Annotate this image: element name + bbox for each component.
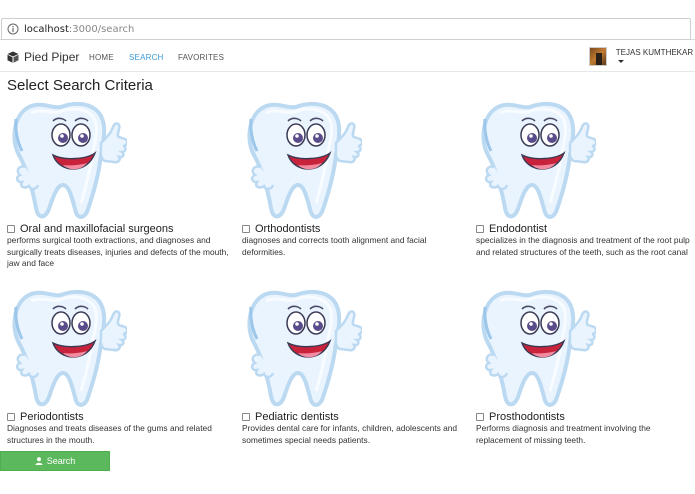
specialty-name: Endodontist <box>489 223 548 235</box>
top-navbar: Pied Piper HOME SEARCH FAVORITES TEJAS K… <box>0 41 695 72</box>
page-title: Select Search Criteria <box>7 77 153 94</box>
specialty-option[interactable]: Prosthodontists <box>476 411 565 423</box>
specialty-option[interactable]: Oral and maxillofacial surgeons <box>7 223 173 235</box>
smiling-tooth-icon <box>476 287 596 409</box>
nav-home[interactable]: HOME <box>89 53 114 62</box>
specialty-description: specializes in the diagnosis and treatme… <box>476 235 690 257</box>
user-name: TEJAS KUMTHEKAR <box>616 48 695 66</box>
smiling-tooth-icon <box>7 99 127 221</box>
specialty-name: Pediatric dentists <box>255 411 339 423</box>
avatar <box>589 47 607 66</box>
specialty-name: Orthodontists <box>255 223 321 235</box>
url-host: localhost <box>24 23 69 35</box>
url-path: :3000/search <box>68 23 135 35</box>
smiling-tooth-icon <box>7 287 127 409</box>
specialty-name: Periodontists <box>20 411 84 423</box>
specialty-name: Prosthodontists <box>489 411 565 423</box>
specialty-description: diagnoses and corrects tooth alignment a… <box>242 235 427 257</box>
specialty-option[interactable]: Orthodontists <box>242 223 320 235</box>
cube-icon <box>7 51 19 63</box>
brand-name: Pied Piper <box>24 50 80 64</box>
specialty-description: Performs diagnosis and treatment involvi… <box>476 423 651 445</box>
caret-down-icon <box>617 59 624 63</box>
brand[interactable]: Pied Piper <box>7 50 79 64</box>
user-icon <box>35 457 43 465</box>
nav-favorites[interactable]: FAVORITES <box>178 53 224 62</box>
search-button-label: Search <box>46 456 76 466</box>
info-icon[interactable] <box>7 23 19 35</box>
specialty-option[interactable]: Pediatric dentists <box>242 411 339 423</box>
specialty-option[interactable]: Endodontist <box>476 223 547 235</box>
browser-url-bar: localhost:3000/search <box>0 0 695 40</box>
address-field[interactable]: localhost:3000/search <box>1 18 691 40</box>
specialty-checkbox[interactable] <box>242 413 250 421</box>
user-name-text: TEJAS KUMTHEKAR <box>615 47 694 57</box>
specialty-name: Oral and maxillofacial surgeons <box>20 223 174 235</box>
smiling-tooth-icon <box>476 99 596 221</box>
specialty-checkbox[interactable] <box>7 413 15 421</box>
specialty-checkbox[interactable] <box>476 225 484 233</box>
smiling-tooth-icon <box>242 287 362 409</box>
specialty-description: performs surgical tooth extractions, and… <box>7 235 229 268</box>
url-text[interactable]: localhost:3000/search <box>24 24 134 35</box>
specialty-checkbox[interactable] <box>242 225 250 233</box>
nav-search[interactable]: SEARCH <box>129 53 164 62</box>
specialty-checkbox[interactable] <box>7 225 15 233</box>
smiling-tooth-icon <box>242 99 362 221</box>
specialty-option[interactable]: Periodontists <box>7 411 84 423</box>
specialty-description: Provides dental care for infants, childr… <box>242 423 458 445</box>
search-button[interactable]: Search <box>0 451 110 471</box>
specialty-checkbox[interactable] <box>476 413 484 421</box>
specialty-description: Diagnoses and treats diseases of the gum… <box>7 423 212 445</box>
user-menu[interactable]: TEJAS KUMTHEKAR <box>589 47 695 66</box>
